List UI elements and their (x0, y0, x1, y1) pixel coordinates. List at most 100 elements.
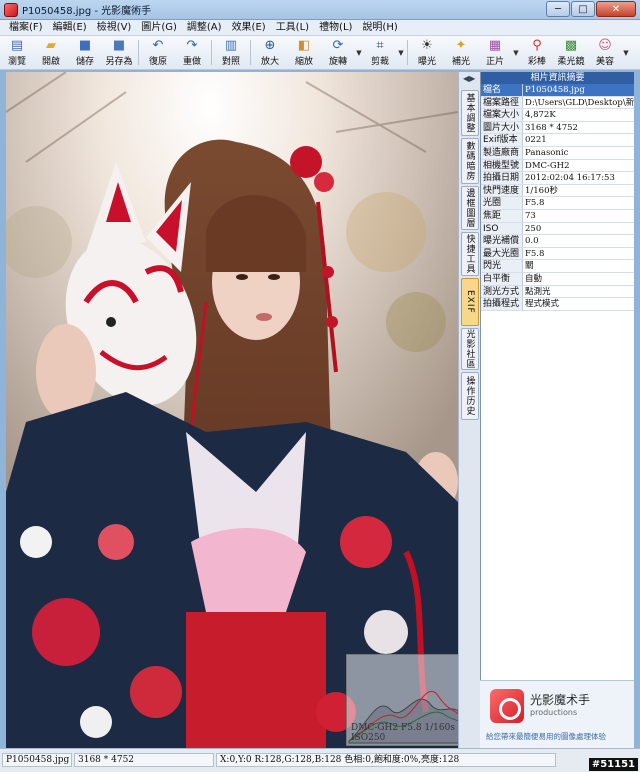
exif-row[interactable]: Exif版本 0221 (481, 134, 634, 147)
compare-icon: ▥ (224, 38, 238, 53)
exif-value: 2012:02:04 16:17:53 (525, 173, 615, 184)
exif-key: 檔名 (481, 84, 523, 96)
exif-value: 4,872K (525, 110, 556, 121)
crop-icon: ⌗ (376, 38, 384, 53)
menu-tools[interactable]: 工具(L) (271, 20, 314, 36)
rotate-icon: ⟳ (332, 38, 344, 53)
side-tab[interactable]: 邊框圖層 (461, 186, 479, 230)
toolbar-button[interactable]: ■ 另存為 (102, 36, 136, 69)
exif-row[interactable]: 拍攝程式 程式模式 (481, 298, 634, 311)
menu-help[interactable]: 說明(H) (357, 20, 402, 36)
exif-value: 3168 * 4752 (525, 122, 578, 133)
toolbar-button[interactable]: ▦ 正片 (478, 36, 512, 69)
side-tab[interactable]: EXIF (461, 278, 479, 326)
exif-row[interactable]: 光圈 F5.8 (481, 197, 634, 210)
dropdown-caret-icon[interactable]: ▼ (355, 36, 363, 69)
exif-key: ISO (481, 222, 523, 235)
save-as-icon: ■ (112, 38, 126, 53)
dropdown-caret-icon[interactable]: ▼ (512, 36, 520, 69)
exif-key: 相機型號 (481, 159, 523, 172)
side-tab[interactable]: 快捷工具 (461, 232, 479, 276)
exif-row[interactable]: 檔名 P1050458.jpg (481, 84, 634, 97)
toolbar-button-label: 彩棒 (527, 57, 546, 67)
toolbar-separator (211, 40, 212, 65)
exif-row[interactable]: 焦距 73 (481, 209, 634, 223)
toolbar-button-label: 美容 (595, 57, 614, 67)
window-title: P1050458.jpg - 光影魔術手 (22, 6, 152, 17)
exif-row[interactable]: 相機型號 DMC-GH2 (481, 159, 634, 173)
exif-row[interactable]: 白平衡 自動 (481, 272, 634, 286)
side-tab-label: EXIF (465, 290, 475, 314)
side-tab[interactable]: 數碼暗房 (461, 138, 479, 184)
toolbar-button[interactable]: ☀ 曝光 (410, 36, 444, 69)
toolbar-button[interactable]: ▥ 對照 (214, 36, 248, 69)
menu-edit[interactable]: 編輯(E) (48, 20, 92, 36)
menu-gifts[interactable]: 禮物(L) (314, 20, 357, 36)
toolbar-button[interactable]: ↷ 重做 (175, 36, 209, 69)
app-logo-icon (490, 689, 524, 723)
exif-row[interactable]: 快門速度 1/160秒 (481, 184, 634, 198)
promo-banner[interactable]: 光影魔术手 productions 給您帶來最簡便易用的圖像處理体验 (480, 680, 634, 748)
menu-image[interactable]: 圖片(G) (136, 20, 182, 36)
exif-row[interactable]: 測光方式 點測光 (481, 285, 634, 299)
exif-row[interactable]: 閃光關 (481, 260, 634, 273)
exif-value: 0221 (525, 135, 547, 146)
toolbar-button[interactable]: ⚲ 彩棒 (520, 36, 554, 69)
exif-row[interactable]: 檔案大小 4,872K (481, 109, 634, 122)
toolbar-button[interactable]: ↶ 復原 (141, 36, 175, 69)
toolbar-button[interactable]: ▤ 瀏覽 (0, 36, 34, 69)
toolbar-button[interactable]: ✦ 補光 (444, 36, 478, 69)
toolbar-button-label: 柔光鏡 (557, 57, 585, 67)
exif-info-panel: 相片資訊摘要 檔名 P1050458.jpg 檔案路徑 D:\Users\GLD\De… (480, 72, 634, 748)
exif-row[interactable]: 檔案路徑D:\Users\GLD\Desktop\新增資 (481, 96, 634, 110)
exif-value: 點測光 (525, 286, 551, 297)
exif-row[interactable]: 拍攝日期 2012:02:04 16:17:53 (481, 172, 634, 185)
exif-row[interactable]: ISO 250 (481, 222, 634, 236)
toolbar-separator (250, 40, 251, 65)
exif-value: 250 (525, 223, 542, 234)
menu-effects[interactable]: 效果(E) (227, 20, 271, 36)
exif-value: F5.8 (525, 198, 545, 209)
toolbar-button[interactable]: ☺ 美容 (588, 36, 622, 69)
exif-key: 圖片大小 (481, 121, 523, 134)
exposure-icon: ☀ (421, 38, 433, 53)
exif-value: Panasonic (525, 147, 569, 158)
photo-canvas[interactable]: DMC-GH2 F5.8 1/160s ISO250 (6, 72, 458, 748)
dropdown-caret-icon[interactable]: ▼ (622, 36, 630, 69)
color-wand-icon: ⚲ (532, 38, 542, 53)
expand-arrow-icon[interactable]: ◀▶ (463, 74, 475, 83)
panel-title: 相片資訊摘要 (481, 72, 634, 84)
toolbar-button[interactable]: ⊕ 放大 (253, 36, 287, 69)
toolbar-button[interactable]: ▰ 開啟 (34, 36, 68, 69)
exif-row[interactable]: 圖片大小 3168 * 4752 (481, 121, 634, 135)
promo-subtitle: productions (530, 708, 578, 717)
menu-view[interactable]: 檢視(V) (92, 20, 137, 36)
exif-key: 曝光補償 (481, 235, 523, 247)
exif-value: 自動 (525, 273, 543, 284)
toolbar-button[interactable]: ⟳ 旋轉 (321, 36, 355, 69)
side-tab-label: 光影社區 (464, 329, 475, 369)
side-tab-label: 快捷工具 (464, 234, 475, 274)
toolbar-button-label: 復原 (148, 57, 167, 67)
menu-file[interactable]: 檔案(F) (4, 20, 48, 36)
histogram-overlay: DMC-GH2 F5.8 1/160s ISO250 (346, 654, 458, 746)
exif-row[interactable]: 製造廠商 Panasonic (481, 146, 634, 160)
side-tab[interactable]: 操作历史 (461, 372, 479, 420)
maximize-button[interactable]: □ (571, 1, 595, 17)
minimize-button[interactable]: ─ (546, 1, 570, 17)
toolbar-button[interactable]: ■ 儲存 (68, 36, 102, 69)
toolbar-button[interactable]: ◧ 縮放 (287, 36, 321, 69)
exif-row[interactable]: 曝光補償 0.0 (481, 235, 634, 248)
toolbar-button[interactable]: ⌗ 剪裁 (363, 36, 397, 69)
side-tab[interactable]: 基本調整 (461, 90, 479, 136)
histogram-caption: DMC-GH2 F5.8 1/160s ISO250 (351, 723, 455, 743)
exif-row[interactable]: 最大光圈 F5.8 (481, 247, 634, 261)
menu-adjust[interactable]: 調整(A) (182, 20, 227, 36)
toolbar-button[interactable]: ▩ 柔光鏡 (554, 36, 588, 69)
close-button[interactable]: ✕ (596, 1, 636, 17)
window-controls: ─ □ ✕ (546, 1, 636, 17)
side-tab[interactable]: 光影社區 (461, 328, 479, 370)
exif-key: 焦距 (481, 209, 523, 222)
exif-value: 0.0 (525, 236, 539, 247)
dropdown-caret-icon[interactable]: ▼ (397, 36, 405, 69)
